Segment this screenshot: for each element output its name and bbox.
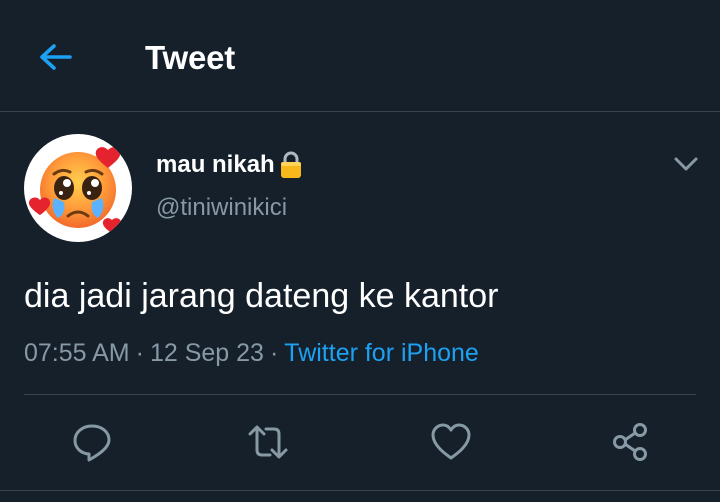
tweet-metadata: 07:55 AM · 12 Sep 23 · Twitter for iPhone (24, 336, 479, 370)
meta-separator: · (135, 339, 144, 367)
share-icon (613, 423, 647, 461)
lock-icon (278, 150, 304, 180)
more-options-button[interactable] (670, 150, 702, 178)
pleading-face-with-hearts-icon (28, 147, 122, 233)
arrow-left-icon (40, 44, 72, 70)
author-display-name[interactable]: mau nikah (156, 150, 304, 180)
tweet-time: 07:55 AM (24, 339, 130, 367)
reply-icon (73, 424, 111, 462)
chevron-down-icon (674, 157, 698, 171)
divider (0, 490, 720, 491)
tweet-source-link[interactable]: Twitter for iPhone (284, 339, 479, 367)
like-icon (431, 423, 471, 460)
tweet-text: dia jadi jarang dateng ke kantor (24, 277, 499, 315)
share-button[interactable] (608, 420, 652, 464)
divider (24, 394, 696, 395)
reply-button[interactable] (70, 420, 114, 464)
tweet-date: 12 Sep 23 (149, 339, 264, 367)
back-button[interactable] (36, 38, 76, 78)
retweet-icon (248, 425, 288, 459)
page-title: Tweet (145, 39, 236, 76)
retweet-button[interactable] (246, 420, 290, 464)
avatar[interactable] (24, 134, 132, 242)
display-name-text: mau nikah (156, 151, 275, 178)
like-button[interactable] (429, 420, 473, 464)
top-app-bar: Tweet (0, 0, 720, 112)
author-handle[interactable]: @tiniwinikici (156, 193, 287, 223)
meta-separator: · (269, 339, 279, 367)
